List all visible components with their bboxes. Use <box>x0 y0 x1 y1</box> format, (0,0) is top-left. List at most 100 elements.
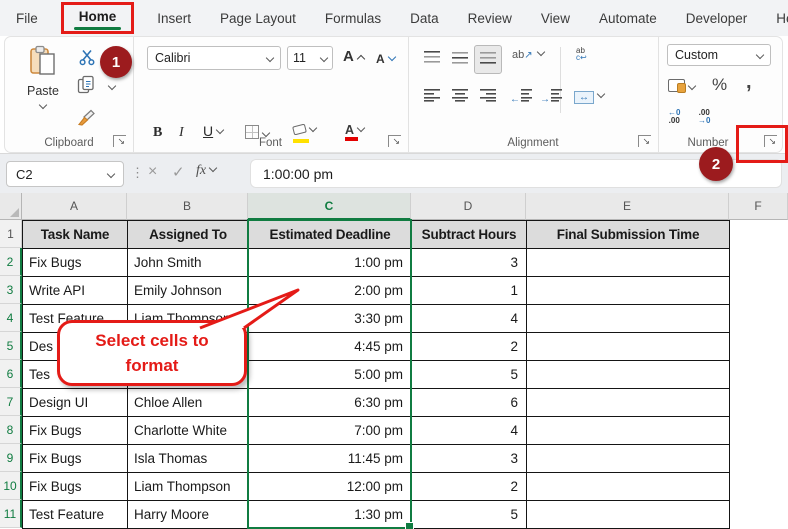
top-align-button[interactable] <box>424 51 440 70</box>
orientation-chevron-icon[interactable] <box>536 48 544 56</box>
accounting-format-button[interactable] <box>668 79 695 97</box>
cell-E4[interactable] <box>527 305 730 333</box>
tab-developer[interactable]: Developer <box>686 11 748 26</box>
cell-C7[interactable]: 6:30 pm <box>249 389 412 417</box>
row-header-7[interactable]: 7 <box>0 388 22 416</box>
tab-file[interactable]: File <box>16 11 38 26</box>
cell-E3[interactable] <box>527 277 730 305</box>
cell-E9[interactable] <box>527 445 730 473</box>
cell-C2[interactable]: 1:00 pm <box>249 249 412 277</box>
table-header-cell[interactable]: Estimated Deadline <box>249 221 412 249</box>
cell-B9[interactable]: Isla Thomas <box>128 445 249 473</box>
table-header-cell[interactable]: Task Name <box>23 221 128 249</box>
column-header-F[interactable]: F <box>729 193 788 220</box>
cell-C8[interactable]: 7:00 pm <box>249 417 412 445</box>
select-all-corner[interactable] <box>0 193 22 220</box>
enter-icon[interactable]: ✓ <box>172 163 185 181</box>
cell-E6[interactable] <box>527 361 730 389</box>
cell-A3[interactable]: Write API <box>23 277 128 305</box>
table-header-cell[interactable]: Subtract Hours <box>412 221 527 249</box>
clipboard-dialog-launcher[interactable]: ↘ <box>113 135 126 147</box>
cell-E11[interactable] <box>527 501 730 529</box>
row-header-9[interactable]: 9 <box>0 444 22 472</box>
increase-decimal-button[interactable]: ←0 .00 <box>668 109 680 125</box>
alignment-dialog-launcher[interactable]: ↘ <box>638 135 651 147</box>
cell-A9[interactable]: Fix Bugs <box>23 445 128 473</box>
cancel-icon[interactable]: × <box>148 163 157 181</box>
copy-button[interactable] <box>77 75 95 100</box>
number-format-combobox[interactable]: Custom <box>667 44 771 66</box>
cell-E2[interactable] <box>527 249 730 277</box>
percent-style-button[interactable]: % <box>712 75 727 95</box>
cell-A10[interactable]: Fix Bugs <box>23 473 128 501</box>
cell-A7[interactable]: Design UI <box>23 389 128 417</box>
cell-E8[interactable] <box>527 417 730 445</box>
cell-D8[interactable]: 4 <box>412 417 527 445</box>
decrease-indent-button[interactable]: ← <box>510 89 532 107</box>
align-left-button[interactable] <box>424 89 440 107</box>
cell-D9[interactable]: 3 <box>412 445 527 473</box>
borders-chevron-icon[interactable] <box>262 129 270 137</box>
table-header-cell[interactable]: Assigned To <box>128 221 249 249</box>
cell-D4[interactable]: 4 <box>412 305 527 333</box>
tab-he[interactable]: He <box>776 11 788 26</box>
row-header-3[interactable]: 3 <box>0 276 22 304</box>
center-button[interactable] <box>452 89 468 107</box>
cell-A8[interactable]: Fix Bugs <box>23 417 128 445</box>
cell-D7[interactable]: 6 <box>412 389 527 417</box>
tab-view[interactable]: View <box>541 11 570 26</box>
row-header-11[interactable]: 11 <box>0 500 22 528</box>
tab-insert[interactable]: Insert <box>157 11 191 26</box>
font-size-combobox[interactable]: 11 <box>287 46 333 70</box>
cell-C10[interactable]: 12:00 pm <box>249 473 412 501</box>
increase-indent-button[interactable]: → <box>540 89 562 107</box>
cell-B8[interactable]: Charlotte White <box>128 417 249 445</box>
insert-function-icon[interactable]: fx <box>196 163 216 179</box>
row-header-2[interactable]: 2 <box>0 248 22 276</box>
cell-C11[interactable]: 1:30 pm <box>249 501 412 529</box>
table-header-cell[interactable]: Final Submission Time <box>527 221 730 249</box>
cell-A2[interactable]: Fix Bugs <box>23 249 128 277</box>
cell-E7[interactable] <box>527 389 730 417</box>
row-header-6[interactable]: 6 <box>0 360 22 388</box>
tab-data[interactable]: Data <box>410 11 439 26</box>
cell-A11[interactable]: Test Feature <box>23 501 128 529</box>
tab-automate[interactable]: Automate <box>599 11 657 26</box>
font-name-combobox[interactable]: Calibri <box>147 46 281 70</box>
underline-chevron-icon[interactable] <box>216 126 224 134</box>
cell-B10[interactable]: Liam Thompson <box>128 473 249 501</box>
decrease-decimal-button[interactable]: .00 →0 <box>698 109 710 125</box>
decrease-font-size-button[interactable]: A <box>376 50 395 68</box>
cell-E10[interactable] <box>527 473 730 501</box>
column-header-E[interactable]: E <box>526 193 729 220</box>
cell-C6[interactable]: 5:00 pm <box>249 361 412 389</box>
column-header-D[interactable]: D <box>411 193 526 220</box>
merge-center-button[interactable]: ↔ <box>574 87 604 105</box>
cell-B11[interactable]: Harry Moore <box>128 501 249 529</box>
tab-formulas[interactable]: Formulas <box>325 11 381 26</box>
fill-color-chevron-icon[interactable] <box>309 124 317 132</box>
cell-D3[interactable]: 1 <box>412 277 527 305</box>
column-header-A[interactable]: A <box>22 193 127 220</box>
font-color-chevron-icon[interactable] <box>357 124 365 132</box>
merge-center-chevron-icon[interactable] <box>597 90 605 98</box>
paste-chevron-icon[interactable] <box>39 101 47 109</box>
cut-button[interactable] <box>79 49 95 71</box>
tab-page-layout[interactable]: Page Layout <box>220 11 296 26</box>
orientation-button[interactable]: ab↗ <box>512 49 544 61</box>
cell-D5[interactable]: 2 <box>412 333 527 361</box>
tab-review[interactable]: Review <box>468 11 512 26</box>
tab-home[interactable]: Home <box>79 9 117 24</box>
row-header-5[interactable]: 5 <box>0 332 22 360</box>
middle-align-button[interactable] <box>452 51 468 70</box>
cell-D10[interactable]: 2 <box>412 473 527 501</box>
cell-B7[interactable]: Chloe Allen <box>128 389 249 417</box>
cell-D6[interactable]: 5 <box>412 361 527 389</box>
row-header-8[interactable]: 8 <box>0 416 22 444</box>
increase-font-size-button[interactable]: A <box>343 48 364 66</box>
bottom-align-button-selected[interactable] <box>474 45 502 74</box>
row-header-1[interactable]: 1 <box>0 220 22 248</box>
wrap-text-button[interactable]: ab c↩ <box>576 47 587 61</box>
row-header-10[interactable]: 10 <box>0 472 22 500</box>
comma-style-button[interactable]: , <box>746 71 752 94</box>
